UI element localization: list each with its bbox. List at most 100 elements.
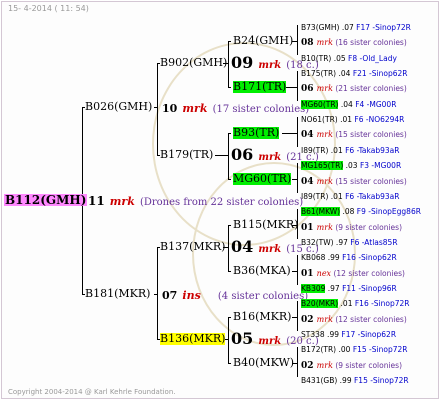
ggp-8[interactable]: B40(MKW)	[233, 357, 294, 369]
gen5-queen[interactable]: B61(MKW) .08 F9 -SinopEgg86R	[301, 203, 421, 218]
gen5-queen-code: F6 -Takab93aR	[345, 191, 400, 201]
ggp-3[interactable]: B93(TR)	[233, 127, 280, 139]
ggp-1[interactable]: B24(GMH)	[233, 35, 293, 47]
root-queen[interactable]: B112(GMH)	[4, 194, 88, 206]
gen5-queen-name: MG165(TR)	[301, 161, 344, 171]
gen5-queen-year: .99	[324, 330, 342, 339]
gen5-queen-year: .97	[325, 283, 343, 293]
gen5-queen-code: F21 -Sinop62R	[352, 69, 408, 79]
gen5-mating-note: (21 sister colonies)	[332, 84, 407, 94]
gen5-queen-year: .01	[328, 191, 346, 201]
gen5-queen-year: .01	[328, 145, 346, 155]
gen5-mating-mark: mrk	[316, 314, 333, 324]
gen5-mating-number: 04	[301, 130, 317, 141]
gen5-mating-number: 01	[301, 268, 317, 279]
gen5-queen-year: .08	[340, 207, 357, 217]
gen5-mating-note: (9 sister colonies)	[332, 222, 402, 232]
gen5-queen-year: .99	[337, 376, 354, 386]
gp-1[interactable]: B902(GMH)	[160, 57, 227, 69]
gen5-mating-info: 01 nex (12 sister colonies)	[301, 265, 405, 280]
gen5-queen[interactable]: B10(TR) .05 F8 -Old_Lady	[301, 50, 397, 65]
gen5-queen[interactable]: B20(MKR) .01 F16 -Sinop72R	[301, 295, 410, 310]
gen5-mating-mark: mrk	[316, 176, 333, 186]
gen5-queen-name: B32(TW)	[301, 237, 334, 247]
gen5-queen-code: F17 -Sinop62R	[341, 330, 397, 339]
gen5-mating-info: 02 mrk (12 sister colonies)	[301, 311, 407, 326]
gen5-queen[interactable]: B175(TR) .04 F21 -Sinop62R	[301, 65, 407, 80]
gen5-queen-name: B73(GMH)	[301, 23, 340, 32]
header-date: 15- 4-2014 ( 11: 54)	[8, 4, 89, 13]
gen5-queen-name: I89(TR)	[301, 191, 329, 201]
gen5-mating-mark: mrk	[316, 84, 333, 94]
gen5-queen-code: F3 -MG00R	[359, 161, 402, 171]
gen5-queen-code: F17 -Sinop72R	[356, 23, 411, 32]
gen5-mating-number: 04	[301, 176, 317, 187]
gen5-mating-info: 04 mrk (15 sister colonies)	[301, 173, 407, 188]
ggp-4[interactable]: MG60(TR)	[233, 173, 292, 185]
gen5-queen-year: .01	[338, 299, 355, 309]
gen5-mating-note: (15 sister colonies)	[332, 130, 407, 140]
gen5-queen[interactable]: ST338 .99 F17 -Sinop62R	[301, 326, 396, 341]
gen5-queen-year: .05	[331, 53, 349, 63]
gen5-queen-code: F15 -Sinop72R	[353, 376, 409, 386]
gen5-mating-number: 02	[301, 314, 317, 325]
gen5-mating-info: 01 mrk (9 sister colonies)	[301, 219, 402, 234]
gen5-mating-mark: mrk	[316, 360, 333, 370]
gen5-queen[interactable]: I89(TR) .01 F6 -Takab93aR	[301, 142, 399, 157]
gen5-queen-name: NO61(TR)	[301, 115, 338, 125]
gen5-queen-code: F6 -NO6294R	[354, 115, 405, 125]
gen5-queen-code: F6 -Atlas85R	[350, 237, 398, 247]
gen5-queen[interactable]: NO61(TR) .01 F6 -NO6294R	[301, 111, 404, 126]
ggp-2[interactable]: B171(TR)	[233, 81, 287, 93]
gen5-mating-number: 06	[301, 84, 317, 95]
gen5-queen-year: .97	[333, 237, 351, 247]
gen5-queen-year: .04	[336, 69, 353, 79]
gen5-queen[interactable]: B172(TR) .00 F15 -Sinop72R	[301, 341, 407, 356]
parent-dam[interactable]: B181(MKR)	[85, 288, 150, 300]
gen5-queen-name: KB309	[301, 283, 326, 293]
gen5-queen[interactable]: B73(GMH) .07 F17 -Sinop72R	[301, 19, 411, 34]
gen5-queen[interactable]: MG165(TR) .03 F3 -MG00R	[301, 157, 401, 172]
ggp-7[interactable]: B16(MKR)	[233, 311, 291, 323]
gen5-queen[interactable]: B32(TW) .97 F6 -Atlas85R	[301, 234, 398, 249]
gen5-mating-note: (12 sister colonies)	[332, 314, 407, 324]
gen5-queen-year: .99	[325, 253, 343, 263]
gp-2[interactable]: B179(TR)	[160, 149, 213, 161]
gen5-queen-year: .03	[343, 161, 360, 171]
gen5-queen-code: F15 -Sinop72R	[352, 345, 408, 355]
gen5-queen-code: F4 -MG00R	[355, 99, 397, 109]
gen5-queen-name: I89(TR)	[301, 145, 329, 155]
gp-3[interactable]: B137(MKR)	[160, 241, 225, 253]
gen5-queen-year: .01	[337, 115, 355, 125]
gen5-mating-mark: mrk	[316, 222, 333, 232]
copyright: Copyright 2004-2014 @ Karl Kehrle Founda…	[8, 388, 176, 396]
gp-4[interactable]: B136(MKR)	[160, 333, 226, 345]
gen5-mating-info: 06 mrk (21 sister colonies)	[301, 80, 407, 95]
gen5-queen-name: MG60(TR)	[301, 99, 339, 109]
gen5-queen-name: B175(TR)	[301, 69, 337, 79]
gen5-mating-number: 08	[301, 38, 317, 49]
gen5-mating-number: 02	[301, 360, 317, 371]
gen5-queen-code: F11 -Sinop96R	[342, 283, 397, 293]
gen5-queen-code: F8 -Old_Lady	[348, 53, 397, 63]
gen5-queen[interactable]: KB309 .97 F11 -Sinop96R	[301, 280, 397, 295]
gen5-mating-info: 04 mrk (15 sister colonies)	[301, 126, 407, 141]
gen5-queen-year: .07	[339, 23, 357, 32]
gen5-queen-name: B61(MKW)	[301, 207, 341, 217]
gen5-queen-name: KB068	[301, 253, 326, 263]
gen5-queen-code: F6 -Takab93aR	[345, 145, 400, 155]
gen5-queen[interactable]: MG60(TR) .04 F4 -MG00R	[301, 96, 396, 111]
gen5-queen-code: F16 -Sinop72R	[354, 299, 410, 309]
gen5-mating-note: (15 sister colonies)	[332, 176, 407, 186]
gen5-queen[interactable]: I89(TR) .01 F6 -Takab93aR	[301, 188, 399, 203]
ggp-5[interactable]: B115(MKR)	[233, 219, 298, 231]
gen5-queen[interactable]: B431(GB) .99 F15 -Sinop72R	[301, 372, 409, 387]
gen5-mating-mark: mrk	[316, 130, 333, 140]
gen5-mating-note: (16 sister colonies)	[332, 38, 407, 48]
ggp-6[interactable]: B36(MKA)	[233, 265, 291, 277]
gen5-queen[interactable]: KB068 .99 F16 -Sinop62R	[301, 249, 397, 264]
gen5-queen-name: B431(GB)	[301, 376, 338, 386]
gen5-queen-name: B20(MKR)	[301, 299, 339, 309]
gen5-queen-code: F9 -SinopEgg86R	[356, 207, 421, 217]
parent-sire[interactable]: B026(GMH)	[85, 101, 152, 113]
